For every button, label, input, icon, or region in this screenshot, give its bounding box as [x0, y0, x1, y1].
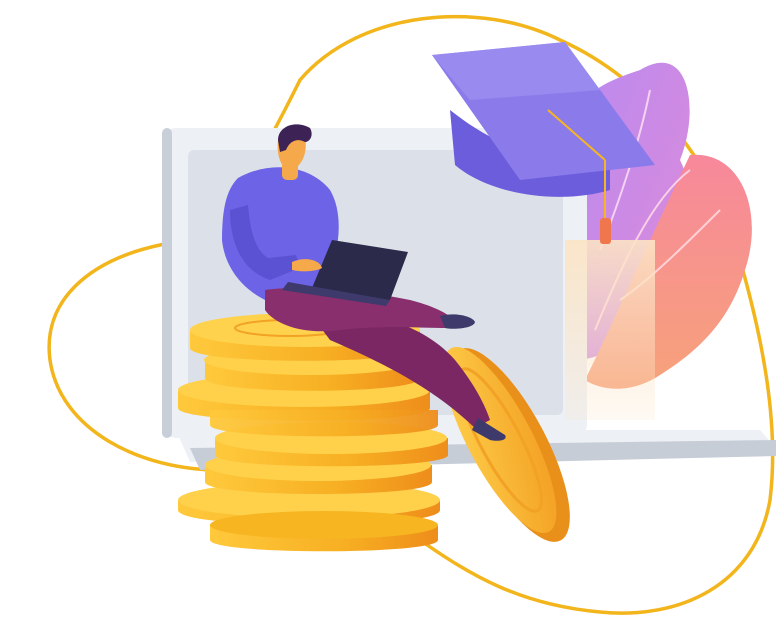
education-finance-illustration: [47, 14, 776, 615]
